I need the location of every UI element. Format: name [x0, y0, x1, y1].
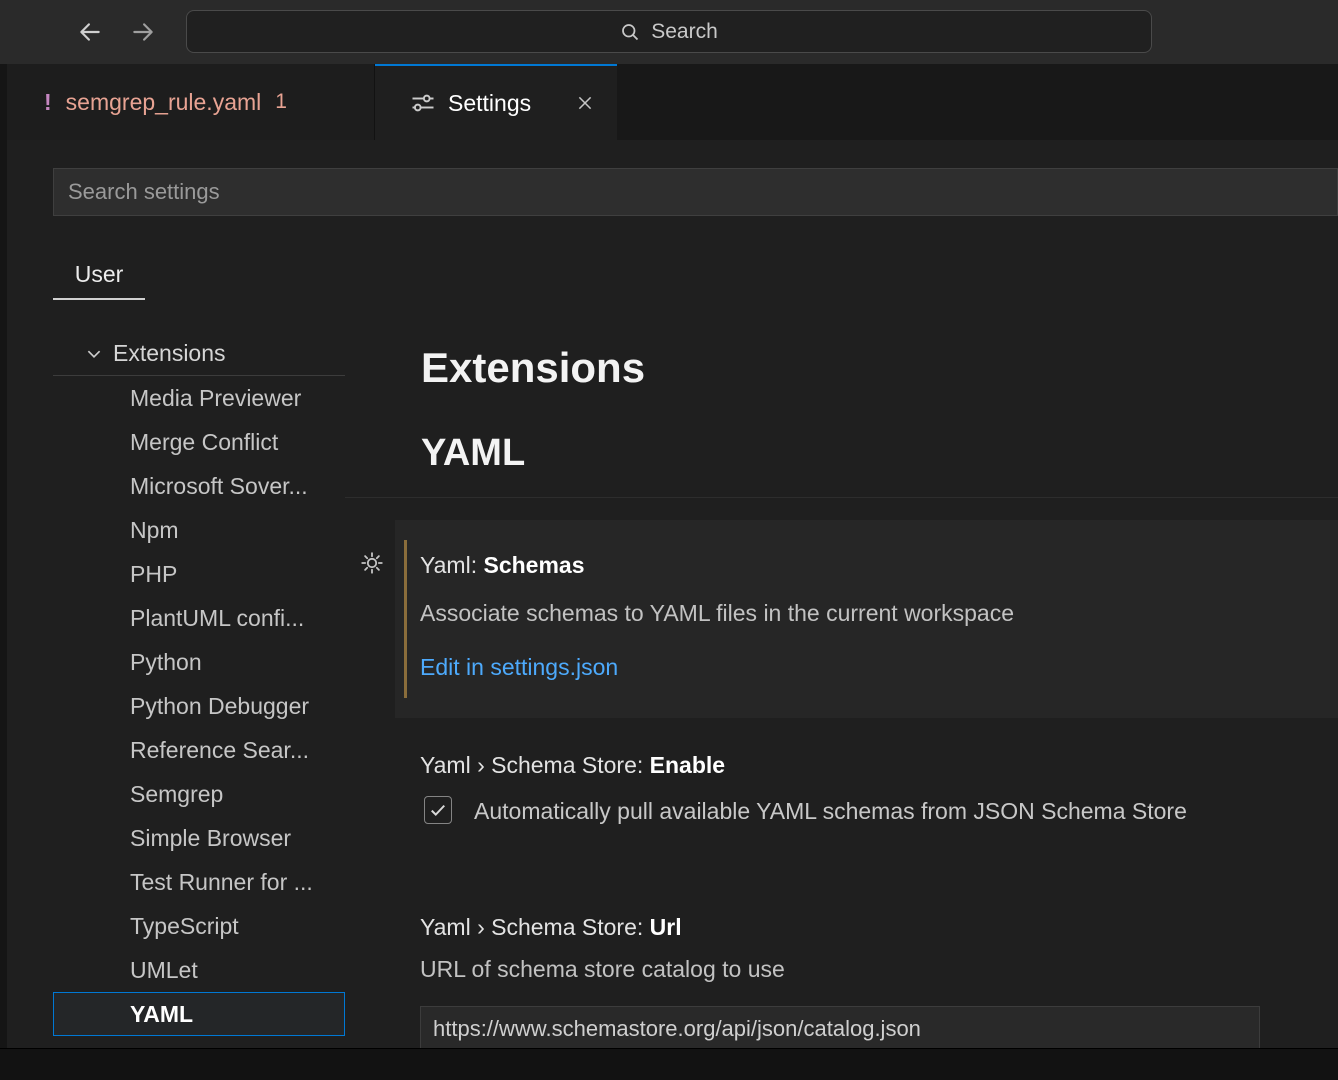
setting-title: Yaml › Schema Store: Url: [420, 914, 682, 941]
tree-item-typescript[interactable]: TypeScript: [53, 904, 345, 948]
tree-item-reference-search[interactable]: Reference Sear...: [53, 728, 345, 772]
schema-store-enable-checkbox[interactable]: [424, 796, 452, 824]
setting-row-schema-store-url: Yaml › Schema Store: Url URL of schema s…: [395, 910, 1338, 1048]
tree-item-npm[interactable]: Npm: [53, 508, 345, 552]
vscode-window: Search ! semgrep_rule.yaml 1 Settings: [0, 0, 1338, 1080]
tree-item-microsoft-sovereign[interactable]: Microsoft Sover...: [53, 464, 345, 508]
chevron-down-icon: [85, 345, 103, 363]
tree-item-umlet[interactable]: UMLet: [53, 948, 345, 992]
tab-file-label: semgrep_rule.yaml: [66, 89, 262, 116]
tree-item-test-runner[interactable]: Test Runner for ...: [53, 860, 345, 904]
tree-item-python-debugger[interactable]: Python Debugger: [53, 684, 345, 728]
tree-item-semgrep[interactable]: Semgrep: [53, 772, 345, 816]
setting-title: Yaml: Schemas: [420, 552, 585, 579]
tab-semgrep-rule-yaml[interactable]: ! semgrep_rule.yaml 1: [7, 64, 375, 140]
setting-row-yaml-schemas: Yaml: Schemas Associate schemas to YAML …: [395, 520, 1338, 718]
close-icon: [576, 94, 594, 112]
back-button[interactable]: [74, 16, 106, 48]
setting-category: Yaml › Schema Store:: [420, 752, 650, 778]
checkbox-label: Automatically pull available YAML schema…: [474, 798, 1187, 825]
editor-tab-bar: ! semgrep_rule.yaml 1 Settings: [7, 64, 1338, 140]
gear-icon: [360, 551, 384, 575]
tab-problem-count-badge: 1: [275, 90, 287, 114]
setting-actions-gear-button[interactable]: [359, 550, 385, 576]
tree-item-php[interactable]: PHP: [53, 552, 345, 596]
window-bottom-edge: [0, 1048, 1338, 1080]
settings-editor: User Extensions Media Previewer Merge Co…: [7, 140, 1338, 1048]
checkmark-icon: [428, 800, 448, 820]
tree-item-extensions[interactable]: Extensions: [53, 332, 345, 376]
tree-item-plantuml[interactable]: PlantUML confi...: [53, 596, 345, 640]
tree-item-simple-browser[interactable]: Simple Browser: [53, 816, 345, 860]
command-center-search[interactable]: Search: [186, 10, 1152, 53]
window-left-edge: [0, 64, 7, 1048]
tree-item-python[interactable]: Python: [53, 640, 345, 684]
edit-in-settings-json-link[interactable]: Edit in settings.json: [420, 654, 618, 681]
modified-setting-indicator: [404, 540, 407, 698]
page-heading: Extensions: [421, 344, 645, 392]
tree-item-yaml[interactable]: YAML: [53, 992, 345, 1036]
scope-tab-user[interactable]: User: [53, 250, 145, 300]
page-subheading: YAML: [421, 432, 525, 475]
settings-search-input[interactable]: [54, 169, 1337, 215]
schema-store-url-input[interactable]: [420, 1006, 1260, 1052]
settings-sliders-icon: [411, 91, 435, 115]
arrow-left-icon: [77, 19, 103, 45]
tab-settings[interactable]: Settings: [375, 64, 617, 140]
setting-category: Yaml:: [420, 552, 483, 578]
tab-settings-label: Settings: [448, 90, 531, 117]
tree-root-label: Extensions: [113, 340, 226, 367]
titlebar: Search: [0, 0, 1338, 64]
close-tab-button[interactable]: [571, 89, 599, 117]
tree-item-media-previewer[interactable]: Media Previewer: [53, 376, 345, 420]
setting-row-schema-store-enable: Yaml › Schema Store: Enable Automaticall…: [395, 740, 1338, 880]
arrow-right-icon: [130, 19, 156, 45]
command-center-label: Search: [651, 20, 718, 44]
forward-button[interactable]: [127, 16, 159, 48]
tree-item-merge-conflict[interactable]: Merge Conflict: [53, 420, 345, 464]
setting-name: Schemas: [483, 552, 584, 578]
setting-category: Yaml › Schema Store:: [420, 914, 650, 940]
setting-title: Yaml › Schema Store: Enable: [420, 752, 725, 779]
scope-tab-user-label: User: [75, 261, 124, 288]
setting-description: Associate schemas to YAML files in the c…: [420, 600, 1014, 627]
setting-name: Url: [650, 914, 682, 940]
settings-tree: Extensions Media Previewer Merge Conflic…: [53, 332, 345, 1036]
content-divider: [345, 497, 1338, 498]
setting-description: URL of schema store catalog to use: [420, 956, 785, 983]
settings-search-box: [53, 168, 1338, 216]
problem-marker-icon: !: [44, 89, 52, 116]
search-icon: [620, 22, 640, 42]
setting-name: Enable: [650, 752, 725, 778]
